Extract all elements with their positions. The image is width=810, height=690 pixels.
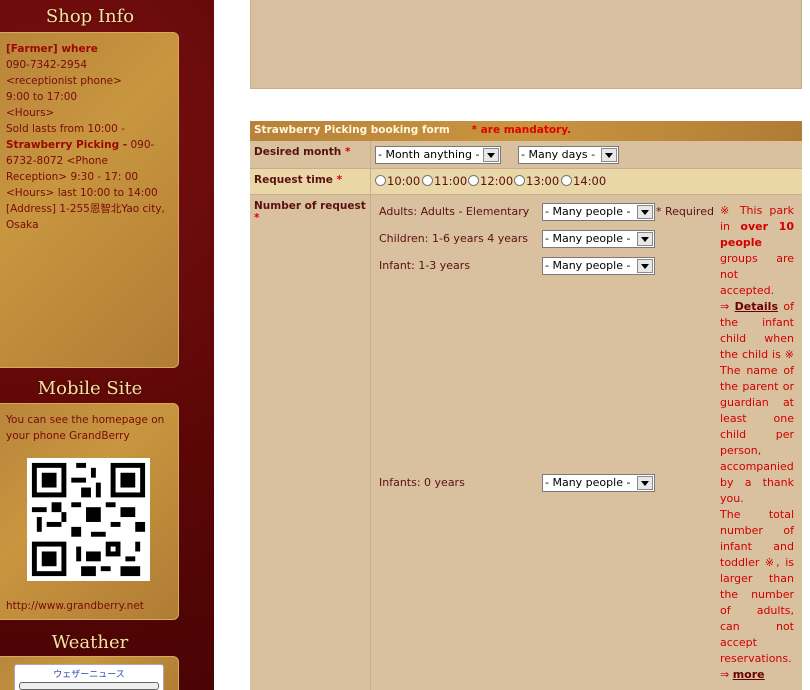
infants-select[interactable]: - Many people - [542,474,655,492]
adults-label: Adults: Adults - Elementary [379,205,530,218]
qr-code-icon [27,458,150,581]
row-request-time: Request time * 10:00 11:00 12:00 13:00 1… [250,169,802,195]
note-groups-text: groups are not accepted. [720,252,794,297]
days-select[interactable]: - Many days - [518,146,619,164]
children-select-value: - Many people - [545,232,631,245]
weather-widget-title: ウェザーニュース [53,670,125,680]
required-mark: * [336,174,343,186]
arrow-icon: ⇒ [720,300,735,313]
farmer-label: [Farmer] where [6,43,98,55]
time-label: 11:00 [434,174,468,188]
radio-circle-icon [375,175,386,186]
radio-circle-icon [422,175,433,186]
request-time-cell: 10:00 11:00 12:00 13:00 14:00 [371,169,802,194]
shop-info-title: Shop Info [45,6,135,27]
chevron-down-icon [483,148,499,162]
number-request-text: Number of request [254,200,366,212]
time-radio-1100[interactable]: 11:00 [422,174,467,188]
mobile-site-title: Mobile Site [37,378,143,399]
weather-widget[interactable]: ウェザーニュース [14,664,164,690]
required-mark: * [344,146,351,158]
receptionist-phone: 090-7342-2954 [6,59,88,71]
form-title: Strawberry Picking booking form [254,124,450,136]
chevron-down-icon [601,148,617,162]
sidebar: Shop Info [Farmer] where 090-7342-2954 <… [0,0,214,690]
infant-label: Infant: 1-3 years [379,259,471,272]
picking-label: Strawberry Picking - [6,139,128,151]
chevron-down-icon [637,476,653,490]
desired-month-cell: - Month anything - - Many days - [371,141,802,168]
time-radio-1300[interactable]: 13:00 [514,174,559,188]
hours-label: <Hours> [6,107,55,119]
number-request-cell: Adults: Adults - Elementary - Many peopl… [371,195,802,690]
mobile-url-link[interactable]: http://www.grandberry.net [6,598,144,614]
top-content-box [250,0,802,89]
mobile-text: You can see the homepage on your phone G… [6,414,165,442]
mandatory-note: * are mandatory. [471,124,572,136]
shop-info-panel: [Farmer] where 090-7342-2954 <receptioni… [0,32,179,368]
arrow-icon: ⇒ [720,668,733,681]
time-label: 14:00 [573,174,607,188]
infant-select-value: - Many people - [545,259,631,272]
row-desired-month: Desired month * - Month anything - - Man… [250,141,802,169]
chevron-down-icon [637,205,653,219]
adults-select-value: - Many people - [545,205,631,218]
details-link[interactable]: Details [735,300,778,313]
time-radio-1400[interactable]: 14:00 [561,174,606,188]
notes-text: ※ This park in over 10 people groups are… [720,203,794,683]
form-header: Strawberry Picking booking form * are ma… [250,121,802,141]
radio-circle-icon [561,175,572,186]
time-radio-1000[interactable]: 10:00 [375,174,420,188]
infant-select[interactable]: - Many people - [542,257,655,275]
weather-title: Weather [51,632,129,653]
time-radio-1200[interactable]: 12:00 [468,174,513,188]
request-time-text: Request time [254,174,333,186]
sold-text: Sold lasts from 10:00 - [6,123,125,135]
weather-bar [19,682,159,690]
infants-label: Infants: 0 years [379,476,465,489]
chevron-down-icon [637,232,653,246]
more-link[interactable]: more [733,668,765,681]
adults-select[interactable]: - Many people - [542,203,655,221]
required-mark: * [254,212,260,224]
time-label: 13:00 [526,174,560,188]
row-number-of-request: Number of request * Adults: Adults - Ele… [250,195,802,690]
request-time-label: Request time * [250,169,371,194]
hours-value: 9:00 to 17:00 [6,91,78,103]
chevron-down-icon [637,259,653,273]
number-request-label: Number of request * [250,195,371,690]
note-guardian-text: of the infant child when the child is ※ … [720,300,795,505]
note-total-text: The total number of infant and toddler ※… [720,508,794,665]
desired-month-label: Desired month * [250,141,371,168]
time-label: 12:00 [480,174,514,188]
days-select-value: - Many days - [521,148,596,161]
adults-required-note: * Required [656,205,714,218]
month-select-value: - Month anything - [378,148,480,161]
radio-circle-icon [514,175,525,186]
infants-select-value: - Many people - [545,476,631,489]
time-label: 10:00 [387,174,421,188]
children-label: Children: 1-6 years 4 years [379,232,528,245]
children-select[interactable]: - Many people - [542,230,655,248]
desired-month-text: Desired month [254,146,342,158]
radio-circle-icon [468,175,479,186]
month-select[interactable]: - Month anything - [375,146,501,164]
gutter [214,0,238,690]
receptionist-phone-label: <receptionist phone> [6,75,122,87]
